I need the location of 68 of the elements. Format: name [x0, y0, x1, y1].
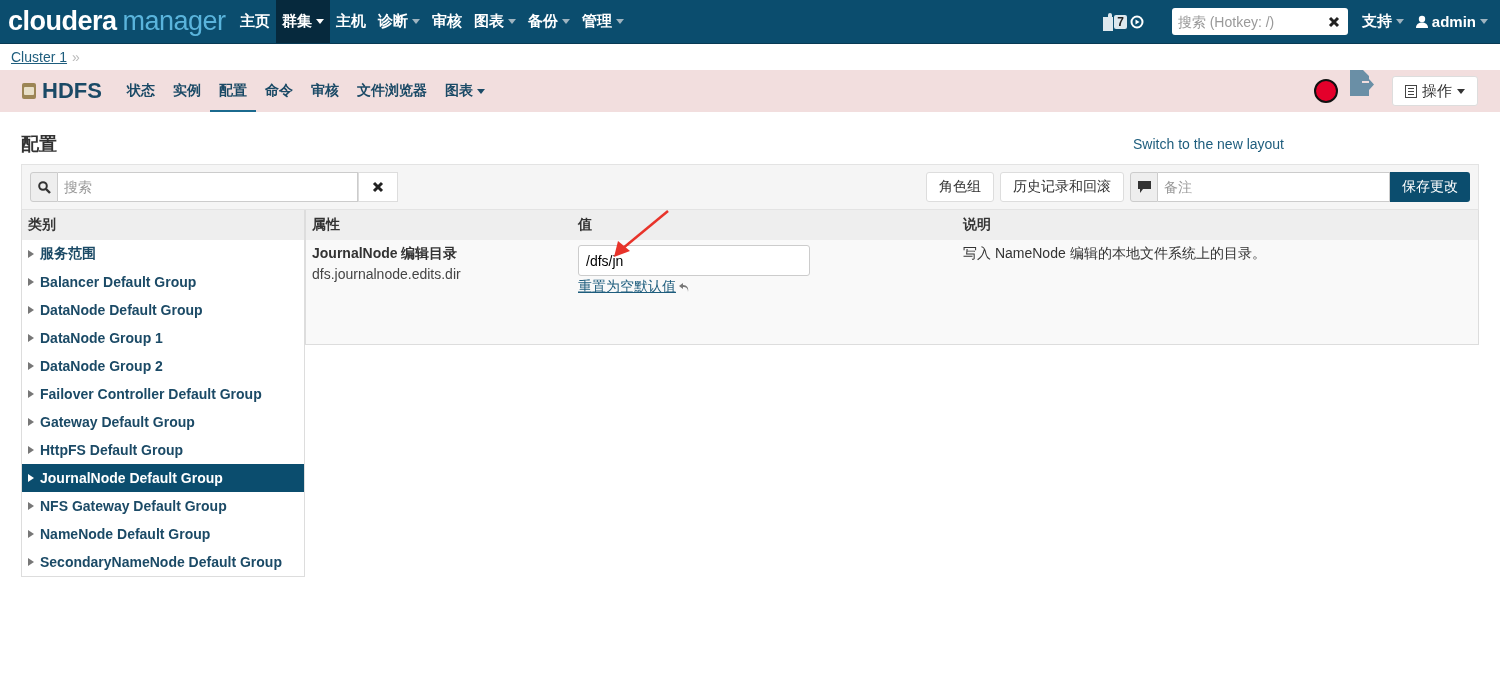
column-header: 属性	[306, 210, 572, 240]
value-field[interactable]: /dfs/jn	[578, 245, 810, 276]
search-icon	[30, 172, 58, 202]
expand-icon	[28, 278, 34, 286]
expand-icon	[28, 474, 34, 482]
nav-menu-item[interactable]: 图表	[467, 0, 522, 43]
expand-icon	[28, 306, 34, 314]
history-button[interactable]: 历史记录和回滚	[1000, 172, 1124, 202]
service-tab[interactable]: 状态	[117, 70, 164, 112]
nav-menu-item[interactable]: 诊断	[371, 0, 426, 43]
expand-icon	[28, 446, 34, 454]
breadcrumb-link[interactable]: Cluster 1	[11, 49, 68, 65]
expand-icon	[28, 390, 34, 398]
column-header: 值	[572, 210, 957, 240]
property-description: 写入 NameNode 编辑的本地文件系统上的目录。	[963, 245, 1267, 263]
service-title: HDFS	[42, 78, 102, 104]
note-field[interactable]: 备注	[1158, 172, 1390, 202]
expand-icon	[28, 418, 34, 426]
service-tab[interactable]: 图表	[435, 70, 494, 112]
nav-menu-item[interactable]: 管理	[575, 0, 630, 43]
property-name: JournalNode 编辑目录	[312, 245, 459, 263]
column-header: 说明	[957, 210, 1478, 240]
nav-menu-item[interactable]: 主机	[329, 0, 372, 43]
actions-button[interactable]: 操作	[1392, 76, 1478, 106]
expand-icon	[28, 502, 34, 510]
play-circle-icon[interactable]	[1129, 14, 1144, 29]
category-item[interactable]: JournalNode Default Group	[22, 464, 304, 492]
service-tab[interactable]: 文件浏览器	[347, 70, 436, 112]
expand-icon	[28, 334, 34, 342]
column-header: 类别	[22, 210, 304, 240]
caret-icon	[1480, 19, 1488, 24]
caret-icon	[1395, 19, 1404, 24]
list-icon	[1405, 84, 1417, 98]
support-menu[interactable]: 支持	[1355, 0, 1410, 43]
user-icon	[1415, 15, 1428, 28]
page-title: 配置	[21, 133, 57, 156]
notification-count: 7	[1114, 14, 1127, 29]
logo[interactable]: cloudera manager	[0, 0, 234, 43]
property-key: dfs.journalnode.edits.dir	[312, 266, 566, 282]
user-menu[interactable]: admin	[1409, 0, 1494, 43]
clear-search-button[interactable]	[358, 172, 398, 202]
global-search-field[interactable]: 搜索 (Hotkey: /)	[1171, 8, 1348, 35]
service-tab[interactable]: 实例	[163, 70, 210, 112]
nav-menu-item[interactable]: 主页	[233, 0, 276, 43]
reset-default-link[interactable]: 重置为空默认值	[578, 278, 676, 296]
comment-icon	[1130, 172, 1158, 202]
nav-menu-item[interactable]: 备份	[521, 0, 576, 43]
caret-icon	[1457, 88, 1465, 94]
expand-icon	[28, 250, 34, 258]
expand-icon	[28, 530, 34, 538]
expand-icon	[28, 558, 34, 566]
breadcrumb-separator: »	[72, 49, 80, 65]
switch-layout-link[interactable]: Switch to the new layout	[1133, 136, 1284, 152]
export-file-icon[interactable]	[1350, 70, 1374, 96]
expand-icon	[28, 362, 34, 370]
service-tab[interactable]: 命令	[255, 70, 302, 112]
undo-icon	[679, 282, 689, 292]
puzzle-icon[interactable]	[1103, 12, 1114, 31]
save-changes-button[interactable]: 保存更改	[1390, 172, 1470, 202]
search-field[interactable]: 搜索	[58, 172, 358, 202]
nav-menu-item[interactable]: 审核	[425, 0, 468, 43]
clear-icon[interactable]	[1327, 16, 1340, 28]
service-icon	[22, 83, 36, 99]
service-tab[interactable]: 审核	[301, 70, 348, 112]
nav-menu-item[interactable]: 群集	[275, 0, 330, 43]
clear-icon	[372, 181, 384, 193]
service-tab[interactable]: 配置	[209, 70, 256, 112]
role-groups-button[interactable]: 角色组	[926, 172, 994, 202]
